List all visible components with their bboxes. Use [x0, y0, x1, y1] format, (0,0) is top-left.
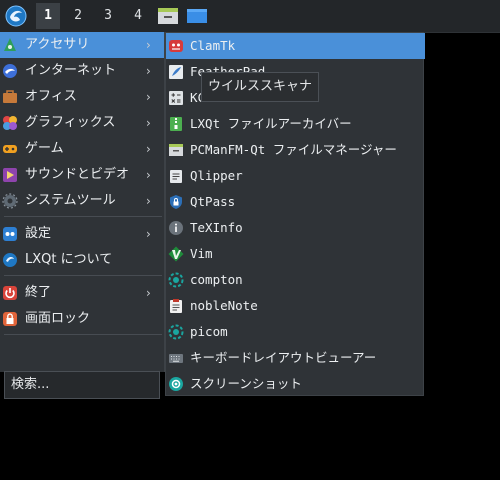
system-tools-icon [2, 193, 18, 209]
menu-item-label: サウンドとビデオ [25, 167, 130, 182]
submenu-item-clamtk[interactable]: ClamTk [166, 33, 425, 59]
top-panel: 1 2 3 4 [0, 0, 500, 33]
submenu-item-label: compton [190, 272, 243, 287]
submenu-item-screenshot[interactable]: スクリーンショット [166, 371, 425, 397]
menu-item-label: 画面ロック [25, 311, 91, 326]
menu-item-system-tools[interactable]: システムツール › [0, 188, 164, 214]
chevron-right-icon: › [146, 116, 151, 130]
games-icon [3, 145, 17, 153]
vim-icon [168, 246, 184, 262]
submenu-item-archiver[interactable]: LXQt ファイルアーカイバー [166, 111, 425, 137]
menu-item-graphics[interactable]: グラフィックス › [0, 110, 164, 136]
workspace-3-button[interactable]: 3 [96, 3, 120, 29]
submenu-item-picom[interactable]: picom [166, 319, 425, 345]
menu-item-office[interactable]: オフィス › [0, 84, 164, 110]
multimedia-icon [3, 168, 17, 182]
submenu-item-pcmanfm-qt[interactable]: PCManFM-Qt ファイルマネージャー [166, 137, 425, 163]
calculator-icon [169, 91, 183, 105]
submenu-item-label: Vim [190, 246, 213, 261]
menu-item-about-lxqt[interactable]: LXQt について [0, 247, 164, 273]
submenu-item-label: LXQt ファイルアーカイバー [190, 116, 352, 131]
menu-item-label: オフィス [25, 89, 77, 104]
clipboard-icon [170, 170, 182, 183]
file-manager-icon [169, 144, 183, 156]
lxqt-about-icon [3, 253, 17, 267]
submenu-item-texinfo[interactable]: TeXInfo [166, 215, 425, 241]
menu-item-label: グラフィックス [25, 115, 116, 130]
lxqt-logo-icon[interactable] [4, 4, 28, 28]
submenu-item-noblenote[interactable]: nobleNote [166, 293, 425, 319]
menu-item-lock-screen[interactable]: 画面ロック [0, 306, 164, 332]
workspace-2-button[interactable]: 2 [66, 3, 90, 29]
chevron-right-icon: › [146, 194, 151, 208]
menu-item-label: ゲーム [25, 141, 64, 156]
submenu-item-keyboard-layout-viewer[interactable]: キーボードレイアウトビューアー [166, 345, 425, 371]
picom-icon [168, 324, 184, 340]
desktop-icon[interactable] [186, 7, 208, 25]
menu-item-label: インターネット [25, 63, 117, 78]
submenu-item-qtpass[interactable]: QtPass [166, 189, 425, 215]
archiver-icon [170, 117, 182, 131]
workspace-1-button[interactable]: 1 [36, 3, 60, 29]
menu-item-games[interactable]: ゲーム › [0, 136, 164, 162]
clamtk-icon [169, 40, 183, 52]
menu-item-label: LXQt について [25, 252, 113, 267]
menu-item-settings[interactable]: 設定 › [0, 221, 164, 247]
submenu-item-label: Qlipper [190, 168, 243, 183]
tooltip: ウイルススキャナ [201, 72, 319, 102]
password-icon [170, 195, 182, 209]
submenu-item-label: ClamTk [190, 38, 236, 53]
office-icon [3, 90, 17, 103]
file-manager-icon[interactable] [157, 7, 179, 25]
chevron-right-icon: › [146, 142, 151, 156]
submenu-item-label: TeXInfo [190, 220, 243, 235]
screenshot-icon [169, 377, 183, 391]
chevron-right-icon: › [146, 227, 151, 241]
menu-separator [4, 216, 162, 217]
graphics-icon [3, 116, 17, 130]
menu-separator [4, 334, 162, 335]
search-input[interactable]: 検索... [4, 371, 160, 399]
submenu-item-vim[interactable]: Vim [166, 241, 425, 267]
settings-icon [3, 227, 17, 241]
menu-separator [4, 275, 162, 276]
power-icon [3, 286, 17, 300]
compton-icon [168, 272, 184, 288]
application-menu: アクセサリ › インターネット › オフィス › グラフィックス › ゲーム › [0, 32, 165, 399]
menu-item-internet[interactable]: インターネット › [0, 58, 164, 84]
menu-item-label: 終了 [25, 285, 52, 300]
submenu-item-label: PCManFM-Qt ファイルマネージャー [190, 142, 397, 157]
info-icon [169, 221, 183, 235]
submenu-item-compton[interactable]: compton [166, 267, 425, 293]
menu-item-label: アクセサリ [25, 37, 90, 52]
workspace-4-button[interactable]: 4 [126, 3, 150, 29]
keyboard-icon [169, 354, 183, 363]
featherpad-icon [169, 65, 183, 79]
chevron-right-icon: › [146, 168, 151, 182]
submenu-item-label: picom [190, 324, 228, 339]
submenu-item-label: nobleNote [190, 298, 258, 313]
submenu-item-label: QtPass [190, 194, 236, 209]
chevron-right-icon: › [146, 64, 151, 78]
menu-item-leave[interactable]: 終了 › [0, 280, 164, 306]
internet-icon [3, 64, 17, 78]
menu-item-multimedia[interactable]: サウンドとビデオ › [0, 162, 164, 188]
chevron-right-icon: › [146, 90, 151, 104]
accessories-icon [4, 38, 16, 51]
submenu-item-label: スクリーンショット [190, 376, 302, 391]
menu-item-label: 設定 [25, 226, 52, 241]
submenu-item-label: キーボードレイアウトビューアー [190, 350, 377, 365]
notes-icon [170, 299, 182, 313]
chevron-right-icon: › [146, 286, 151, 300]
chevron-right-icon: › [146, 38, 151, 52]
lock-icon [3, 312, 17, 326]
submenu-item-qlipper[interactable]: Qlipper [166, 163, 425, 189]
menu-item-accessories[interactable]: アクセサリ › [0, 32, 164, 58]
menu-item-label: システムツール [25, 193, 116, 208]
